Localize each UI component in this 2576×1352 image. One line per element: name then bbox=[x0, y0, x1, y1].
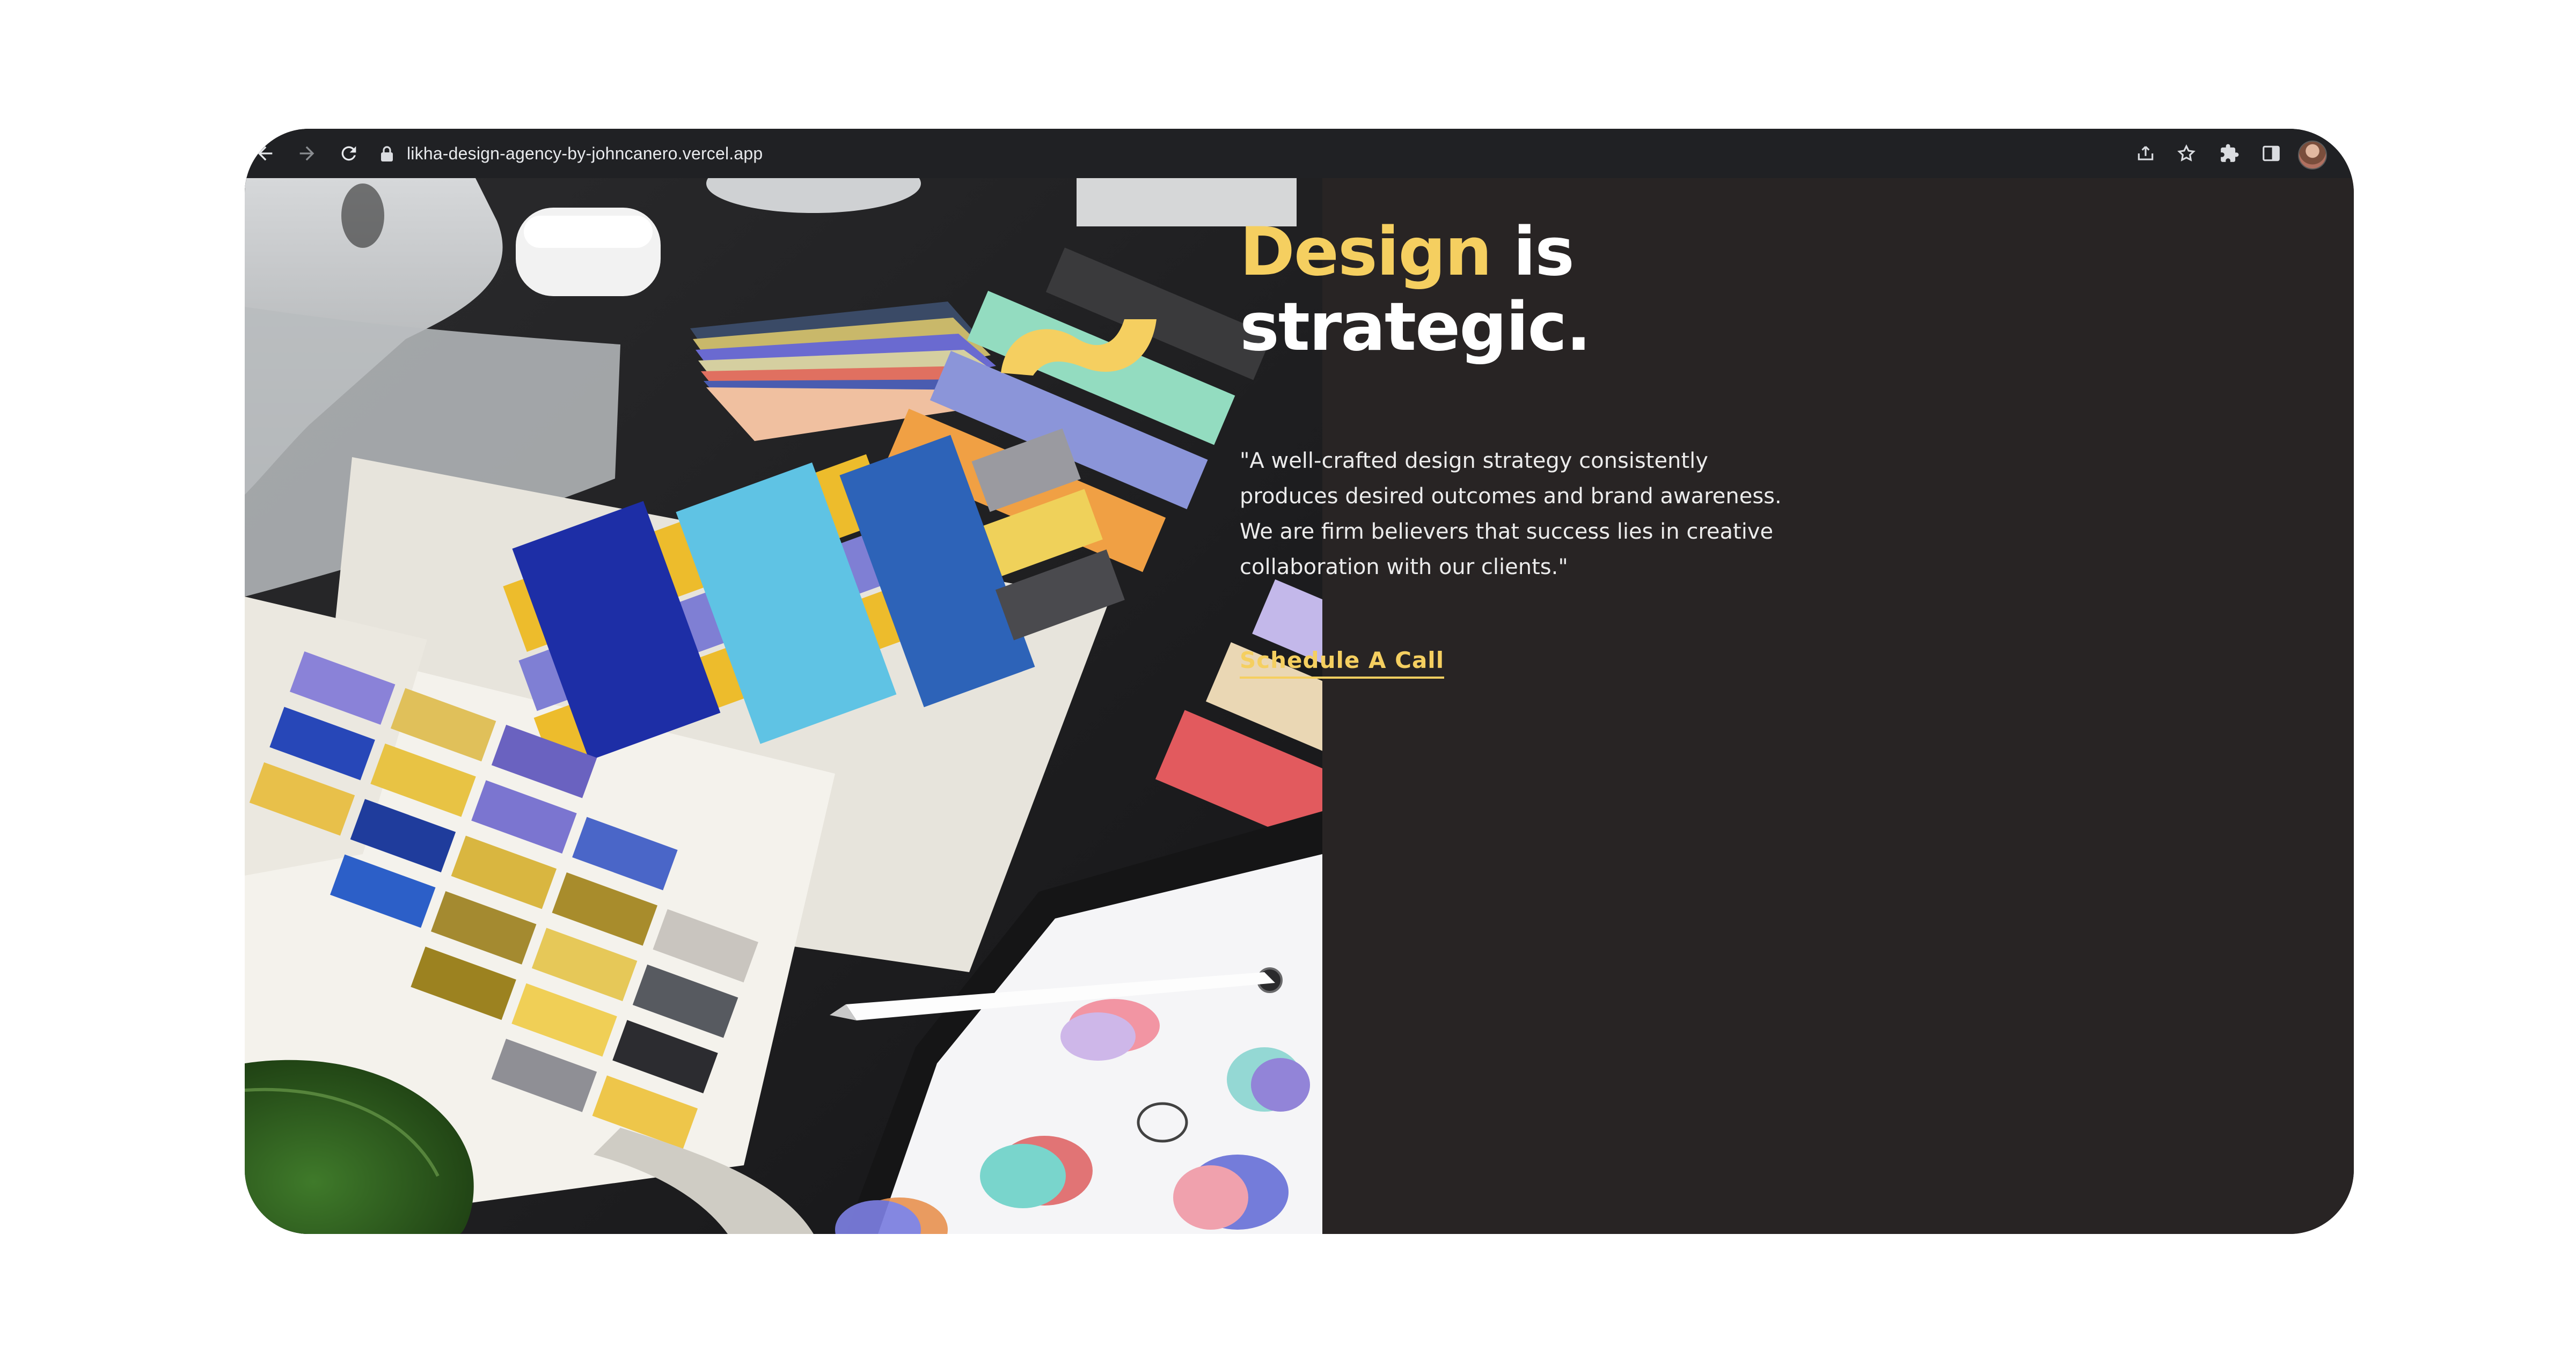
hero-photo bbox=[245, 178, 1322, 1234]
headline-word-is: is bbox=[1491, 214, 1575, 291]
headline-line-2: strategic. bbox=[1240, 289, 1591, 366]
reload-icon[interactable] bbox=[333, 129, 365, 178]
back-arrow-icon[interactable] bbox=[249, 129, 281, 178]
share-icon[interactable] bbox=[2129, 129, 2162, 178]
browser-toolbar: likha-design-agency-by-johncanero.vercel… bbox=[245, 129, 2354, 178]
profile-avatar[interactable] bbox=[2298, 141, 2327, 170]
schedule-call-button[interactable]: Schedule A Call bbox=[1240, 647, 1445, 679]
hero-quote: "A well-crafted design strategy consiste… bbox=[1240, 449, 1782, 579]
forward-arrow-icon[interactable] bbox=[291, 129, 323, 178]
side-panel-icon[interactable] bbox=[2255, 129, 2287, 178]
tilde-swoosh-icon bbox=[1001, 319, 1157, 376]
extensions-icon[interactable] bbox=[2213, 129, 2245, 178]
headline-accent-word: Design bbox=[1240, 214, 1492, 291]
star-icon[interactable] bbox=[2170, 129, 2202, 178]
hero-headline: Design is strategic. bbox=[1240, 214, 1591, 366]
address-bar-url[interactable]: likha-design-agency-by-johncanero.vercel… bbox=[407, 129, 763, 178]
lock-icon[interactable] bbox=[380, 145, 394, 162]
page-background: likha-design-agency-by-johncanero.vercel… bbox=[0, 0, 2576, 1352]
